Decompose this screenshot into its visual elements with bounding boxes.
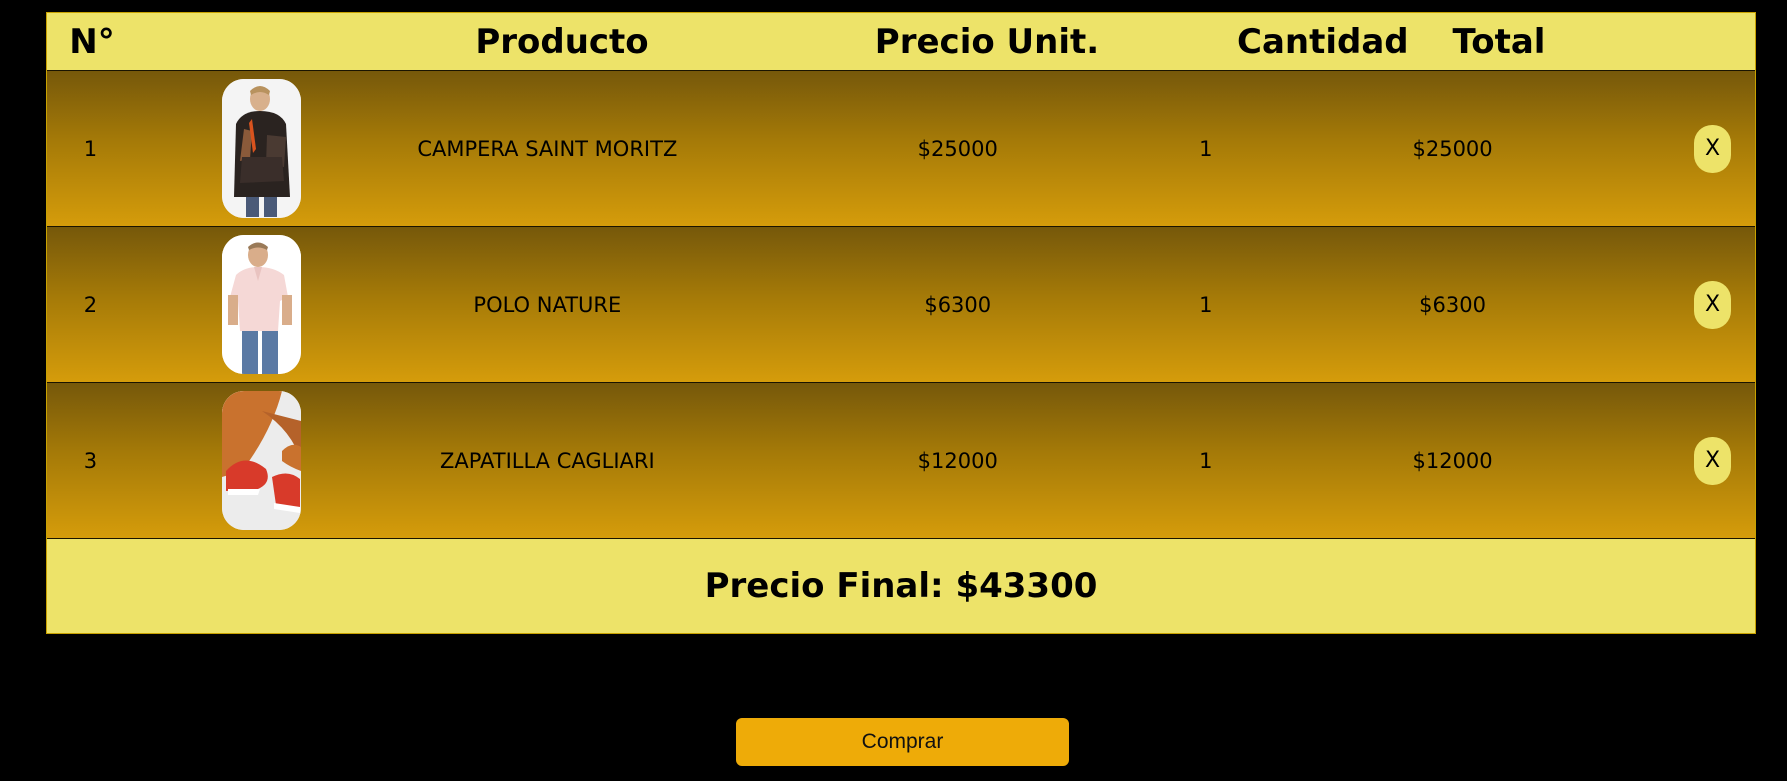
buy-button[interactable]: Comprar (736, 718, 1069, 766)
row-product-name: ZAPATILLA CAGLIARI (439, 448, 655, 473)
table-row: 2 POLO NATURE $6300 1 $6300 X (47, 227, 1755, 383)
row-image-cell (134, 235, 378, 374)
row-unit-price: $6300 (924, 292, 992, 317)
cart-table: N° Producto Precio Unit. Cantidad Total … (46, 12, 1756, 634)
header-number: N° (69, 21, 115, 62)
row-number: 2 (83, 292, 98, 317)
row-quantity: 1 (1199, 292, 1213, 317)
row-total: $25000 (1412, 136, 1493, 161)
header-total: Total (1452, 21, 1546, 62)
remove-item-button[interactable]: X (1693, 280, 1731, 329)
row-product-name: POLO NATURE (473, 292, 622, 317)
row-quantity: 1 (1199, 136, 1213, 161)
final-price: Precio Final: $43300 (47, 539, 1755, 633)
remove-item-button[interactable]: X (1693, 436, 1731, 485)
row-unit-price: $25000 (917, 136, 998, 161)
row-total: $6300 (1419, 292, 1486, 317)
polo-photo (221, 235, 301, 374)
row-quantity: 1 (1199, 448, 1213, 473)
row-product-name: CAMPERA SAINT MORITZ (417, 136, 678, 161)
row-delete-cell: X (1693, 436, 1755, 485)
jacket-photo (221, 79, 301, 218)
sneakers-photo (221, 391, 301, 530)
table-row: 1 CAMPERA SAINT MORITZ $25000 1 $25000 X (47, 71, 1755, 227)
remove-item-button[interactable]: X (1693, 124, 1731, 173)
table-header: N° Producto Precio Unit. Cantidad Total (47, 13, 1755, 71)
row-number: 1 (83, 136, 98, 161)
header-unit-price: Precio Unit. (874, 21, 1100, 62)
header-quantity: Cantidad (1237, 21, 1409, 62)
table-row: 3 ZAPATILLA CAGLIARI $12000 1 $12000 X (47, 383, 1755, 539)
row-total: $12000 (1412, 448, 1493, 473)
row-image-cell (134, 79, 378, 218)
row-image-cell (134, 391, 378, 530)
header-product: Producto (475, 21, 649, 62)
row-delete-cell: X (1693, 280, 1755, 329)
row-delete-cell: X (1693, 124, 1755, 173)
row-unit-price: $12000 (917, 448, 998, 473)
row-number: 3 (83, 448, 98, 473)
